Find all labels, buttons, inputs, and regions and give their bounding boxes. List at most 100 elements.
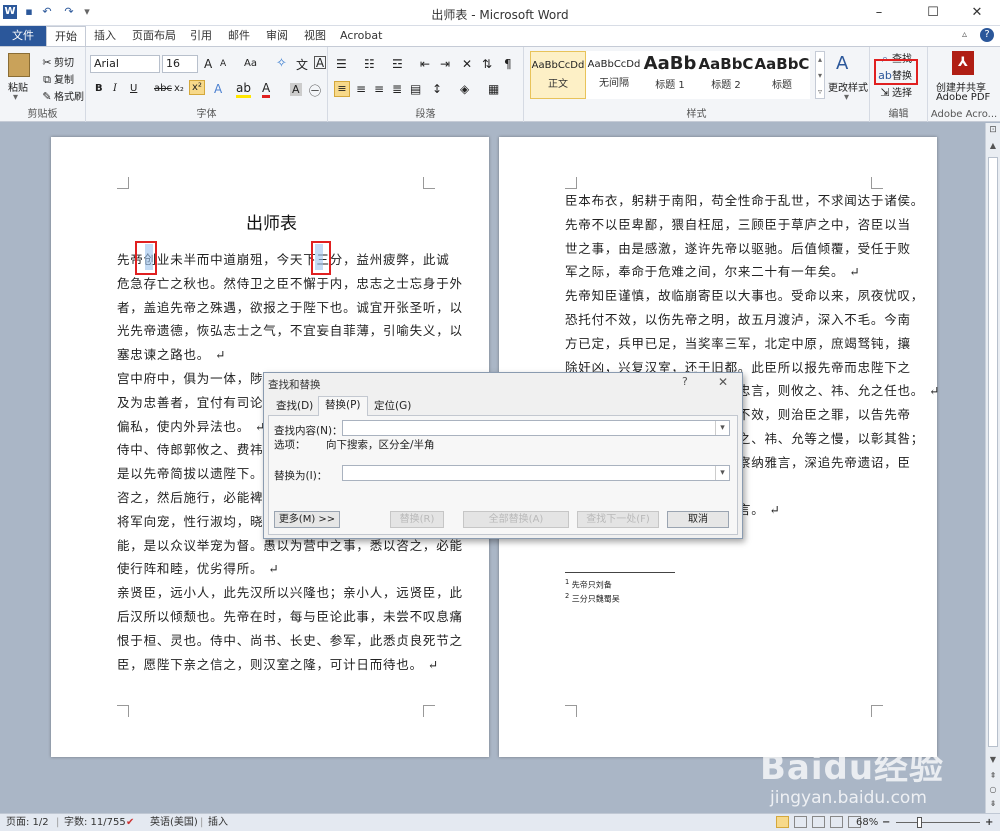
tab-file[interactable]: 文件 xyxy=(0,26,46,46)
create-pdf-label-2[interactable]: Adobe PDF xyxy=(936,92,990,103)
chinese-layout-icon[interactable]: ✕ xyxy=(462,57,472,71)
style-normal[interactable]: AaBbCcDd 正文 xyxy=(530,51,586,99)
tab-view[interactable]: 视图 xyxy=(296,26,334,46)
font-size-combo[interactable]: 16 xyxy=(162,55,198,73)
format-painter-label: 格式刷 xyxy=(54,92,84,103)
select-button[interactable]: ⇲ 选择 xyxy=(878,84,912,100)
align-center-icon[interactable]: ≡ xyxy=(356,82,366,96)
shrink-font-button[interactable]: A xyxy=(220,59,226,69)
replace-with-input[interactable] xyxy=(342,465,730,481)
align-right-icon[interactable]: ≡ xyxy=(374,82,384,96)
text-line: 世之事，由是感激，遂许先帝以驱驰。后值倾覆，受任于败 xyxy=(565,240,911,256)
justify-icon[interactable]: ≣ xyxy=(392,82,402,96)
vertical-scrollbar[interactable]: ⊡ ▲ ▼ ⇞ ○ ⇟ xyxy=(985,123,1000,813)
shading-icon[interactable]: ◈ xyxy=(460,82,469,96)
insert-mode[interactable]: 插入 xyxy=(208,814,228,831)
style-heading-1[interactable]: AaBb 标题 1 xyxy=(642,51,698,99)
cancel-button[interactable]: 取消 xyxy=(667,511,729,528)
proofing-icon[interactable]: ✔ xyxy=(126,814,134,831)
font-name-combo[interactable]: Arial xyxy=(90,55,160,73)
tab-review[interactable]: 审阅 xyxy=(258,26,296,46)
tab-insert[interactable]: 插入 xyxy=(86,26,124,46)
numbering-icon[interactable]: ☷ xyxy=(364,57,375,71)
cut-button[interactable]: ✂ 剪切 xyxy=(40,54,74,70)
copy-button[interactable]: ⧉ 复制 xyxy=(40,71,74,87)
decrease-indent-icon[interactable]: ⇤ xyxy=(420,57,430,71)
show-marks-icon[interactable]: ¶ xyxy=(504,57,512,71)
adobe-pdf-icon[interactable]: ⅄ xyxy=(952,51,974,75)
grow-font-button[interactable]: A xyxy=(204,57,212,71)
ruler-toggle-icon[interactable]: ⊡ xyxy=(987,125,999,137)
tab-page-layout[interactable]: 页面布局 xyxy=(124,26,184,46)
sort-icon[interactable]: ⇅ xyxy=(482,57,492,71)
tab-references[interactable]: 引用 xyxy=(182,26,220,46)
maximize-button[interactable]: ☐ xyxy=(910,0,956,26)
change-styles-icon[interactable]: A xyxy=(836,53,848,74)
text-effect-icon[interactable]: A xyxy=(214,82,222,96)
paste-dropdown-icon[interactable]: ▾ xyxy=(13,92,18,103)
replace-dropdown-icon[interactable]: ▾ xyxy=(715,466,729,480)
more-button[interactable]: 更多(M) >> xyxy=(274,511,340,528)
styles-group-label: 样式 xyxy=(686,109,707,120)
page2-paragraph: 臣本布衣，躬耕于南阳，苟全性命于乱世，不求闻达于诸侯。 先帝不以臣卑鄙，猥自枉屈，… xyxy=(565,189,925,284)
char-border-icon[interactable]: A xyxy=(314,56,326,69)
find-next-button[interactable]: 查找下一处(F) xyxy=(577,511,659,528)
format-painter-button[interactable]: ✎ 格式刷 xyxy=(40,88,84,104)
strikethrough-button[interactable]: abc xyxy=(154,83,172,94)
scroll-up-icon[interactable]: ▲ xyxy=(987,141,999,153)
tab-acrobat[interactable]: Acrobat xyxy=(332,26,390,46)
multilevel-list-icon[interactable]: ☲ xyxy=(392,57,403,71)
tab-mailings[interactable]: 邮件 xyxy=(220,26,258,46)
subscript-button[interactable]: x₂ xyxy=(174,83,184,94)
zoom-slider[interactable] xyxy=(896,822,980,823)
char-shading-icon[interactable]: A xyxy=(290,83,302,96)
dialog-help-button[interactable]: ? xyxy=(682,375,688,388)
tab-goto[interactable]: 定位(G) xyxy=(368,398,417,416)
dialog-close-button[interactable]: ✕ xyxy=(718,375,728,389)
document-title: 出师表 xyxy=(246,214,297,234)
enclose-char-icon[interactable]: ㊀ xyxy=(309,82,321,99)
close-button[interactable]: ✕ xyxy=(954,0,1000,26)
word-count[interactable]: 字数: 11/755 xyxy=(64,814,126,831)
superscript-button[interactable]: x² xyxy=(189,80,205,95)
find-what-input[interactable] xyxy=(342,420,730,436)
cut-label: 剪切 xyxy=(54,58,74,69)
find-dropdown-icon[interactable]: ▾ xyxy=(715,421,729,435)
highlight-icon[interactable]: ab xyxy=(236,81,251,98)
replace-all-button[interactable]: 全部替换(A) xyxy=(463,511,569,528)
bullets-icon[interactable]: ☰ xyxy=(336,57,347,71)
help-icon[interactable]: ? xyxy=(980,28,994,42)
line-spacing-icon[interactable]: ↕ xyxy=(432,82,442,96)
clear-format-icon[interactable]: ✧ xyxy=(276,56,287,71)
page-indicator[interactable]: 页面: 1/2 xyxy=(6,814,49,831)
change-styles-dropdown-icon[interactable]: ▾ xyxy=(844,92,849,103)
italic-button[interactable]: I xyxy=(113,83,117,94)
style-heading-2[interactable]: AaBbC 标题 2 xyxy=(698,51,754,99)
style-title[interactable]: AaBbC 标题 xyxy=(754,51,810,99)
tab-find[interactable]: 查找(D) xyxy=(270,398,319,416)
text-line: 危急存亡之秋也。然侍卫之臣不懈于内，忠志之士忘身于外 xyxy=(117,275,463,291)
phonetic-icon[interactable]: 文 xyxy=(296,56,308,73)
increase-indent-icon[interactable]: ⇥ xyxy=(440,57,450,71)
paste-icon[interactable] xyxy=(8,53,30,77)
editing-group-label: 编辑 xyxy=(888,109,909,120)
style-no-spacing[interactable]: AaBbCcDd 无间隔 xyxy=(586,51,642,99)
align-left-icon[interactable]: ≡ xyxy=(334,81,350,97)
language-indicator[interactable]: 英语(美国) xyxy=(150,814,198,831)
tab-home[interactable]: 开始 xyxy=(46,26,86,46)
text-line: 臣本布衣，躬耕于南阳，苟全性命于乱世，不求闻达于诸侯。 xyxy=(565,193,925,208)
styles-scroll[interactable]: ▴ ▾ ▿ xyxy=(815,51,825,99)
tab-replace[interactable]: 替换(P) xyxy=(318,396,368,416)
borders-icon[interactable]: ▦ xyxy=(488,82,499,96)
bold-button[interactable]: B xyxy=(95,83,103,94)
replace-one-button[interactable]: 替换(R) xyxy=(390,511,444,528)
distributed-icon[interactable]: ▤ xyxy=(410,82,421,96)
font-color-icon[interactable]: A xyxy=(262,81,271,98)
change-case-button[interactable]: Aa xyxy=(244,58,257,69)
underline-button[interactable]: U xyxy=(130,83,137,94)
scroll-thumb[interactable] xyxy=(988,157,998,747)
minimize-button[interactable]: – xyxy=(856,0,902,26)
ribbon: 粘贴 ▾ ✂ 剪切 ⧉ 复制 ✎ 格式刷 剪贴板 Arial 16 A A Aa ✧ … xyxy=(0,46,1000,122)
minimize-ribbon-icon[interactable]: ▵ xyxy=(962,29,967,40)
footnote-separator xyxy=(565,572,675,573)
